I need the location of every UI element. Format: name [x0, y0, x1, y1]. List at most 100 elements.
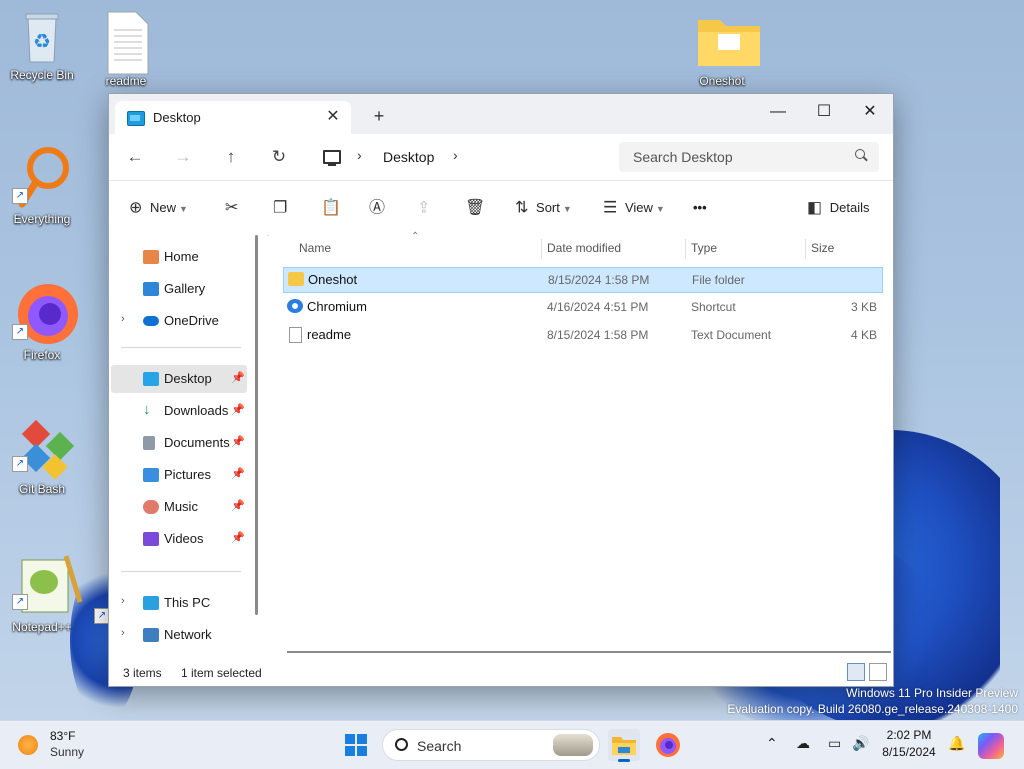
- sidebar-item-this-pc[interactable]: › This PC: [111, 589, 247, 617]
- copilot-icon[interactable]: [978, 733, 1004, 759]
- download-icon: ↓: [143, 401, 151, 418]
- back-button[interactable]: ←: [121, 144, 149, 170]
- sidebar-item-music[interactable]: Music 📌: [111, 493, 247, 521]
- navigation-pane: Home Gallery › OneDrive Desktop 📌 ↓ Down…: [109, 235, 267, 658]
- desktop-icon-oneshot[interactable]: Oneshot: [684, 12, 760, 88]
- sidebar-item-label: Documents: [164, 435, 230, 450]
- show-hidden-icons-chevron-icon[interactable]: ⌃: [766, 735, 778, 752]
- onedrive-offline-icon[interactable]: ☁: [796, 735, 810, 752]
- share-button[interactable]: ⇪: [417, 195, 430, 221]
- file-date: 4/16/2024 4:51 PM: [547, 300, 649, 314]
- system-clock[interactable]: 2:02 PM 8/15/2024: [878, 727, 940, 761]
- more-options-button[interactable]: •••: [693, 195, 707, 221]
- refresh-button[interactable]: ↻: [265, 144, 293, 170]
- videos-icon: [143, 532, 159, 546]
- chevron-right-icon[interactable]: ›: [357, 147, 362, 163]
- close-button[interactable]: ✕: [847, 98, 893, 126]
- sidebar-item-label: Downloads: [164, 403, 229, 418]
- sidebar-item-onedrive[interactable]: › OneDrive: [111, 307, 247, 335]
- desktop-icon-recycle-bin[interactable]: ♻ Recycle Bin: [4, 10, 80, 82]
- cloud-icon: [143, 316, 159, 326]
- column-header-size[interactable]: Size: [811, 241, 834, 255]
- details-pane-button[interactable]: ◧ Details: [807, 195, 870, 221]
- file-type: Text Document: [691, 328, 772, 342]
- sidebar-item-label: Gallery: [164, 281, 206, 296]
- sidebar-item-downloads[interactable]: ↓ Downloads 📌: [111, 397, 247, 425]
- sidebar-item-videos[interactable]: Videos 📌: [111, 525, 247, 553]
- clock-time: 2:02 PM: [886, 728, 932, 742]
- file-row[interactable]: Chromium 4/16/2024 4:51 PM Shortcut 3 KB: [283, 295, 881, 319]
- chevron-right-icon[interactable]: ›: [121, 627, 125, 639]
- column-separator[interactable]: [541, 239, 542, 259]
- file-row[interactable]: Oneshot 8/15/2024 1:58 PM File folder: [283, 267, 883, 293]
- sidebar-item-gallery[interactable]: Gallery: [111, 275, 247, 303]
- copy-button[interactable]: ❐: [273, 195, 287, 221]
- horizontal-scrollbar[interactable]: [287, 651, 891, 653]
- column-header-type[interactable]: Type: [691, 241, 717, 255]
- rename-button[interactable]: Ⓐ: [369, 195, 385, 221]
- taskbar-firefox[interactable]: [652, 729, 684, 761]
- notification-bell-icon[interactable]: 🔔: [948, 735, 965, 752]
- network-icon[interactable]: ▭: [828, 735, 841, 752]
- column-header-name[interactable]: Name: [299, 241, 331, 255]
- maximize-button[interactable]: ☐: [801, 98, 847, 126]
- sidebar-item-label: Videos: [164, 531, 204, 546]
- taskbar: 83°F Sunny Search ⌃ ☁ ▭ 🔊 2:02 PM 8/15/2…: [0, 720, 1024, 769]
- sidebar-item-label: This PC: [164, 595, 211, 610]
- tiles-view-button[interactable]: [869, 663, 887, 681]
- sidebar-item-documents[interactable]: Documents 📌: [111, 429, 247, 457]
- active-indicator: [618, 759, 630, 762]
- desktop-icon-firefox[interactable]: ↗ Firefox: [4, 282, 80, 362]
- breadcrumb-desktop[interactable]: Desktop: [383, 149, 434, 165]
- taskbar-search-box[interactable]: Search: [382, 729, 600, 761]
- desktop-icon-git-bash[interactable]: ↗ Git Bash: [4, 414, 80, 496]
- sidebar-item-network[interactable]: › Network: [111, 621, 247, 649]
- sidebar-scrollbar[interactable]: [255, 235, 258, 615]
- taskbar-file-explorer[interactable]: [608, 729, 640, 762]
- column-separator[interactable]: [805, 239, 806, 259]
- chevron-right-icon[interactable]: ›: [121, 595, 125, 607]
- close-tab-icon[interactable]: ✕: [323, 107, 343, 127]
- column-separator[interactable]: [685, 239, 686, 259]
- file-row[interactable]: readme 8/15/2024 1:58 PM Text Document 4…: [283, 323, 881, 347]
- taskbar-search-placeholder: Search: [417, 738, 462, 754]
- trash-icon: 🗑: [465, 199, 486, 217]
- search-input[interactable]: Search Desktop: [619, 142, 879, 172]
- volume-icon[interactable]: 🔊: [852, 735, 869, 752]
- chevron-right-icon[interactable]: ›: [121, 313, 125, 325]
- everything-icon: ↗: [12, 146, 69, 208]
- minimize-button[interactable]: —: [755, 98, 801, 126]
- tab-desktop[interactable]: Desktop ✕: [115, 101, 351, 134]
- details-view-button[interactable]: [847, 663, 865, 681]
- start-button[interactable]: [340, 729, 372, 761]
- svg-text:♻: ♻: [33, 31, 51, 53]
- search-icon: [855, 149, 865, 159]
- new-button[interactable]: ⊕ New ▼: [129, 195, 188, 221]
- view-button[interactable]: ☰ View ▼: [603, 195, 665, 221]
- column-header-date[interactable]: Date modified: [547, 241, 621, 255]
- sidebar-divider: [121, 571, 241, 572]
- forward-button[interactable]: →: [169, 144, 197, 170]
- sidebar-item-desktop[interactable]: Desktop 📌: [111, 365, 247, 393]
- new-tab-button[interactable]: +: [367, 104, 391, 128]
- sidebar-item-home[interactable]: Home: [111, 243, 247, 271]
- rename-icon: Ⓐ: [369, 199, 386, 217]
- paste-button[interactable]: 📋: [321, 195, 341, 221]
- address-bar[interactable]: › Desktop ›: [313, 142, 609, 172]
- file-name: readme: [307, 327, 352, 342]
- sidebar-item-label: Home: [164, 249, 199, 264]
- desktop-icon-label: Everything: [13, 212, 71, 226]
- file-size: 3 KB: [850, 300, 877, 314]
- desktop-icon-everything[interactable]: ↗ Everything: [4, 146, 80, 226]
- delete-button[interactable]: 🗑: [465, 195, 485, 221]
- chevron-right-icon[interactable]: ›: [453, 147, 458, 163]
- sidebar-item-label: Pictures: [164, 467, 211, 482]
- up-button[interactable]: ↑: [217, 144, 245, 170]
- sidebar-item-pictures[interactable]: Pictures 📌: [111, 461, 247, 489]
- desktop-icon-readme[interactable]: readme: [88, 10, 164, 88]
- pin-icon: 📌: [231, 404, 245, 416]
- view-label: View: [624, 200, 653, 215]
- pin-icon: 📌: [231, 372, 245, 384]
- cut-button[interactable]: ✂: [225, 195, 238, 221]
- sort-button[interactable]: ⇅ Sort ▼: [515, 195, 572, 221]
